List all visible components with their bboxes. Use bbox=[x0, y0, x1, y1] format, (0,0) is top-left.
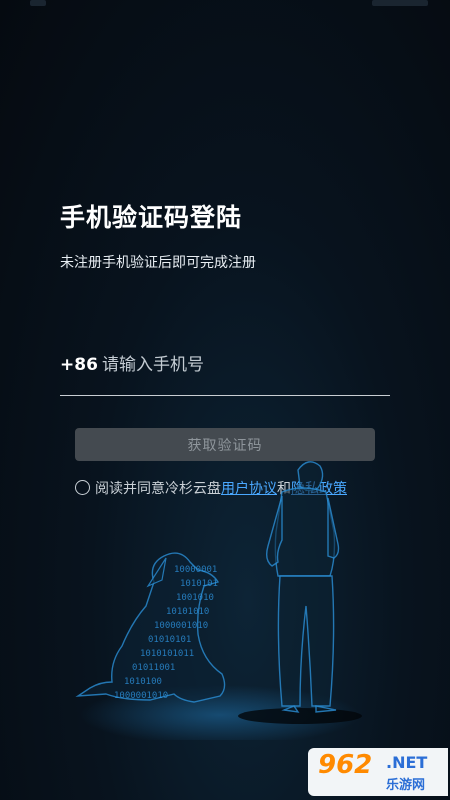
watermark-site-name: 乐游网 bbox=[386, 778, 426, 793]
binary-row: 1010101011 bbox=[140, 649, 194, 659]
dog-figure: 10000001 1010101 1001010 10101010 100000… bbox=[75, 552, 226, 703]
person-arm-right bbox=[327, 497, 340, 559]
binary-row: 1010100 bbox=[124, 677, 162, 687]
binary-row: 10000001 bbox=[174, 565, 217, 575]
person-torso bbox=[274, 487, 336, 577]
country-code[interactable]: +86 bbox=[60, 355, 98, 375]
person-head bbox=[297, 461, 324, 492]
page-subtitle: 未注册手机验证后即可完成注册 bbox=[60, 255, 256, 271]
floor-shadow bbox=[238, 708, 362, 724]
phone-input[interactable] bbox=[102, 350, 382, 380]
person-legs bbox=[277, 575, 335, 707]
binary-row: 01011001 bbox=[132, 663, 175, 673]
watermark-net: .NET bbox=[386, 753, 428, 772]
phone-field: +86 bbox=[60, 350, 390, 396]
binary-row: 1001010 bbox=[176, 593, 214, 603]
binary-row: 1010101 bbox=[180, 579, 218, 589]
login-screen: 手机验证码登陆 未注册手机验证后即可完成注册 +86 获取验证码 阅读并同意冷杉… bbox=[0, 0, 450, 800]
dog-and-person-illustration: 10000001 1010101 1001010 10101010 100000… bbox=[75, 461, 362, 740]
binary-row: 01010101 bbox=[148, 635, 191, 645]
status-bar-left bbox=[30, 0, 46, 6]
person-figure bbox=[265, 461, 340, 713]
binary-row: 1000001010 bbox=[154, 621, 208, 631]
binary-row: 10101010 bbox=[166, 607, 209, 617]
watermark-number: 962 bbox=[318, 750, 373, 780]
status-bar-icons bbox=[372, 0, 428, 6]
binary-row: 1000001010 bbox=[114, 691, 168, 701]
status-bar bbox=[0, 0, 450, 16]
page-title: 手机验证码登陆 bbox=[60, 203, 243, 232]
site-watermark: 962 .NET 乐游网 bbox=[308, 748, 448, 796]
